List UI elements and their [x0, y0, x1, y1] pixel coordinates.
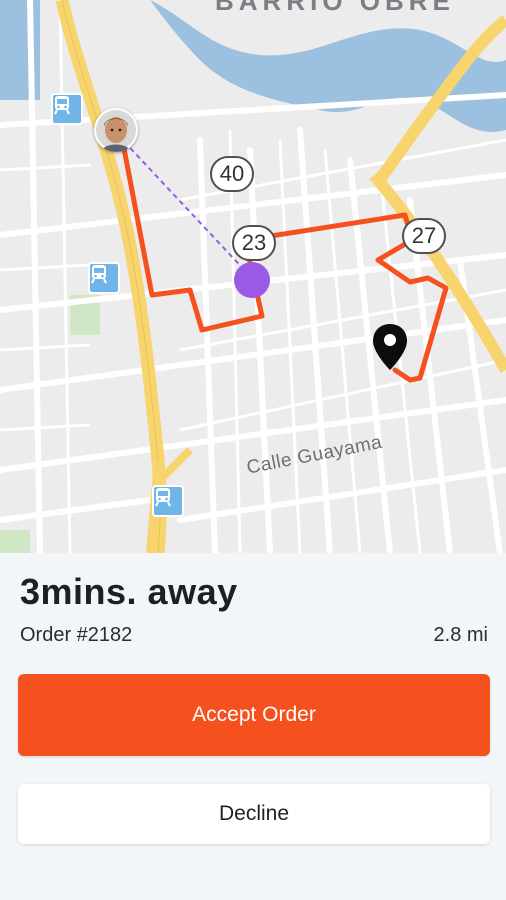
map-view[interactable]: BARRIO OBRE Calle Guayama 40 23 27 — [0, 0, 506, 553]
eta-title: 3mins. away — [20, 571, 238, 612]
transit-station-icon[interactable] — [51, 93, 83, 125]
transit-station-icon[interactable] — [88, 262, 120, 294]
order-number: Order #2182 — [20, 624, 133, 646]
route-shield: 27 — [402, 218, 446, 254]
accept-order-button[interactable]: Accept Order — [18, 674, 490, 756]
trip-distance: 2.8 mi — [433, 624, 488, 646]
avatar[interactable] — [94, 108, 138, 152]
decline-button[interactable]: Decline — [18, 784, 490, 844]
driver-location-dot — [234, 262, 270, 298]
transit-station-icon[interactable] — [152, 485, 184, 517]
district-label: BARRIO OBRE — [215, 0, 455, 16]
map-pin-icon[interactable] — [370, 322, 410, 372]
route-shield: 40 — [210, 156, 254, 192]
order-sheet: 3mins. away Order #2182 2.8 mi Accept Or… — [0, 553, 506, 900]
route-shield: 23 — [232, 225, 276, 261]
